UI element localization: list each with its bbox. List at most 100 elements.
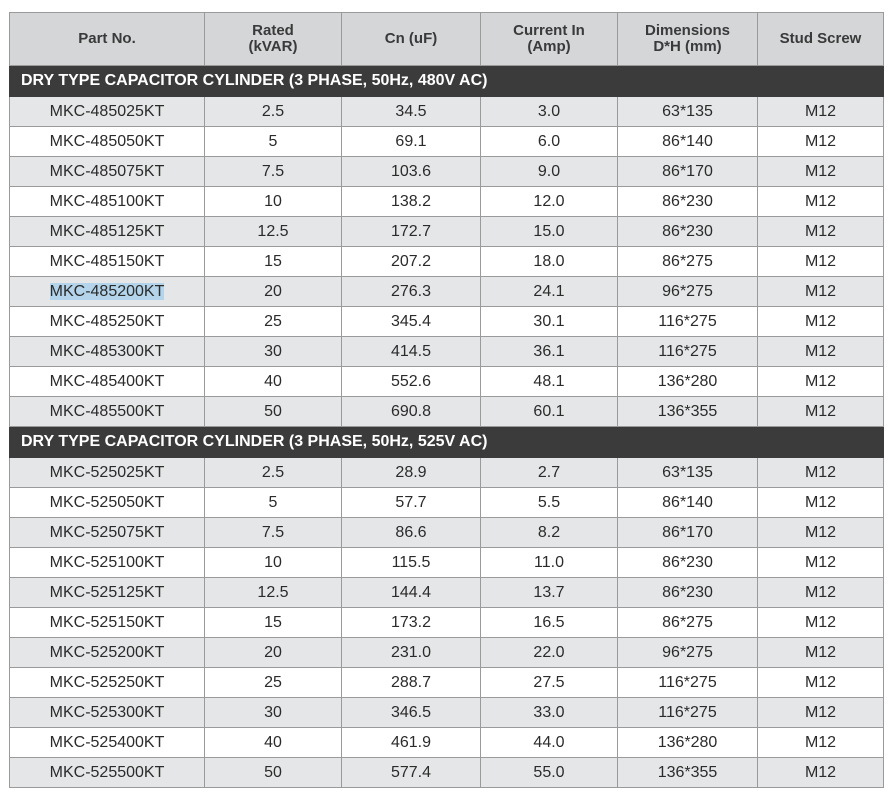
cell-value: 2.5 xyxy=(261,102,285,120)
cell-value: M12 xyxy=(804,763,837,781)
cell-value: 138.2 xyxy=(390,192,432,210)
cell-value: 690.8 xyxy=(390,402,432,420)
cell-stud-screw: M12 xyxy=(757,757,884,788)
cell-dimensions: 136*355 xyxy=(617,396,758,427)
section-header-row: DRY TYPE CAPACITOR CYLINDER (3 PHASE, 50… xyxy=(9,426,884,458)
cell-dimensions: 63*135 xyxy=(617,457,758,488)
cell-value: MKC-525150KT xyxy=(49,613,165,631)
cell-dimensions: 86*230 xyxy=(617,216,758,247)
cell-value: M12 xyxy=(804,463,837,481)
cell-stud-screw: M12 xyxy=(757,457,884,488)
header-dimensions: Dimensions D*H (mm) xyxy=(617,12,758,66)
cell-value: 63*135 xyxy=(662,102,713,120)
cell-value: MKC-525400KT xyxy=(49,733,165,751)
cell-value: MKC-485050KT xyxy=(49,132,165,150)
cell-value: MKC-485250KT xyxy=(49,312,165,330)
cell-value: 30 xyxy=(264,342,282,360)
cell-current: 9.0 xyxy=(480,156,618,187)
cell-current: 8.2 xyxy=(480,517,618,548)
cell-value: MKC-485400KT xyxy=(49,372,165,390)
cell-dimensions: 86*140 xyxy=(617,126,758,157)
cell-stud-screw: M12 xyxy=(757,366,884,397)
cell-value: MKC-525500KT xyxy=(49,763,165,781)
cell-value: MKC-485100KT xyxy=(49,192,165,210)
cell-rated: 12.5 xyxy=(204,577,342,608)
cell-dimensions: 116*275 xyxy=(617,336,758,367)
table-row: MKC-525400KT 40 461.9 44.0 136*280 M12 xyxy=(9,727,884,758)
cell-part-no: MKC-485150KT xyxy=(9,246,205,277)
table-row: MKC-525025KT 2.5 28.9 2.7 63*135 M12 xyxy=(9,457,884,488)
cell-cn: 172.7 xyxy=(341,216,481,247)
cell-stud-screw: M12 xyxy=(757,667,884,698)
cell-value: 15 xyxy=(264,252,282,270)
cell-part-no: MKC-525300KT xyxy=(9,697,205,728)
cell-rated: 5 xyxy=(204,487,342,518)
cell-part-no: MKC-485300KT xyxy=(9,336,205,367)
cell-current: 15.0 xyxy=(480,216,618,247)
cell-cn: 231.0 xyxy=(341,637,481,668)
cell-value: 276.3 xyxy=(390,282,432,300)
header-current-label: Current In xyxy=(513,22,585,39)
cell-part-no: MKC-485125KT xyxy=(9,216,205,247)
section-header-row: DRY TYPE CAPACITOR CYLINDER (3 PHASE, 50… xyxy=(9,65,884,97)
cell-value: 5 xyxy=(268,493,278,511)
cell-rated: 40 xyxy=(204,727,342,758)
cell-current: 60.1 xyxy=(480,396,618,427)
cell-value: 86*170 xyxy=(662,162,713,180)
cell-dimensions: 96*275 xyxy=(617,637,758,668)
cell-value: 25 xyxy=(264,312,282,330)
cell-cn: 86.6 xyxy=(341,517,481,548)
cell-value: 86*230 xyxy=(662,553,713,571)
cell-stud-screw: M12 xyxy=(757,637,884,668)
cell-rated: 5 xyxy=(204,126,342,157)
cell-value: MKC-485300KT xyxy=(49,342,165,360)
cell-stud-screw: M12 xyxy=(757,96,884,127)
cell-value: M12 xyxy=(804,102,837,120)
cell-dimensions: 116*275 xyxy=(617,697,758,728)
header-part-no-label: Part No. xyxy=(78,30,136,47)
cell-dimensions: 86*230 xyxy=(617,186,758,217)
cell-dimensions: 136*355 xyxy=(617,757,758,788)
cell-dimensions: 86*170 xyxy=(617,156,758,187)
spec-table-container: Part No. Rated (kVAR) Cn (uF) Current In… xyxy=(9,12,884,788)
cell-value: M12 xyxy=(804,342,837,360)
cell-value: 30 xyxy=(264,703,282,721)
cell-value: 12.5 xyxy=(257,222,289,240)
table-row: MKC-485150KT 15 207.2 18.0 86*275 M12 xyxy=(9,246,884,277)
cell-value: M12 xyxy=(804,493,837,511)
cell-value: 345.4 xyxy=(390,312,432,330)
header-rated: Rated (kVAR) xyxy=(204,12,342,66)
cell-rated: 15 xyxy=(204,607,342,638)
cell-current: 16.5 xyxy=(480,607,618,638)
cell-current: 5.5 xyxy=(480,487,618,518)
cell-rated: 7.5 xyxy=(204,517,342,548)
cell-cn: 173.2 xyxy=(341,607,481,638)
cell-value: 414.5 xyxy=(390,342,432,360)
cell-stud-screw: M12 xyxy=(757,216,884,247)
table-row: MKC-525500KT 50 577.4 55.0 136*355 M12 xyxy=(9,757,884,788)
cell-cn: 115.5 xyxy=(341,547,481,578)
cell-current: 27.5 xyxy=(480,667,618,698)
cell-stud-screw: M12 xyxy=(757,246,884,277)
cell-value: M12 xyxy=(804,673,837,691)
cell-part-no: MKC-525050KT xyxy=(9,487,205,518)
table-row: MKC-485400KT 40 552.6 48.1 136*280 M12 xyxy=(9,366,884,397)
cell-part-no: MKC-525400KT xyxy=(9,727,205,758)
cell-value: 22.0 xyxy=(533,643,565,661)
cell-value: 63*135 xyxy=(662,463,713,481)
cell-dimensions: 116*275 xyxy=(617,667,758,698)
cell-value: MKC-525300KT xyxy=(49,703,165,721)
cell-cn: 346.5 xyxy=(341,697,481,728)
header-stud-screw-label: Stud Screw xyxy=(779,30,862,47)
cell-rated: 2.5 xyxy=(204,96,342,127)
cell-value: 50 xyxy=(264,402,282,420)
cell-cn: 207.2 xyxy=(341,246,481,277)
cell-value: 20 xyxy=(264,643,282,661)
cell-cn: 288.7 xyxy=(341,667,481,698)
cell-value: MKC-485150KT xyxy=(49,252,165,270)
cell-value: 40 xyxy=(264,372,282,390)
cell-rated: 2.5 xyxy=(204,457,342,488)
header-cn-label: Cn (uF) xyxy=(384,30,438,47)
cell-current: 6.0 xyxy=(480,126,618,157)
cell-cn: 552.6 xyxy=(341,366,481,397)
